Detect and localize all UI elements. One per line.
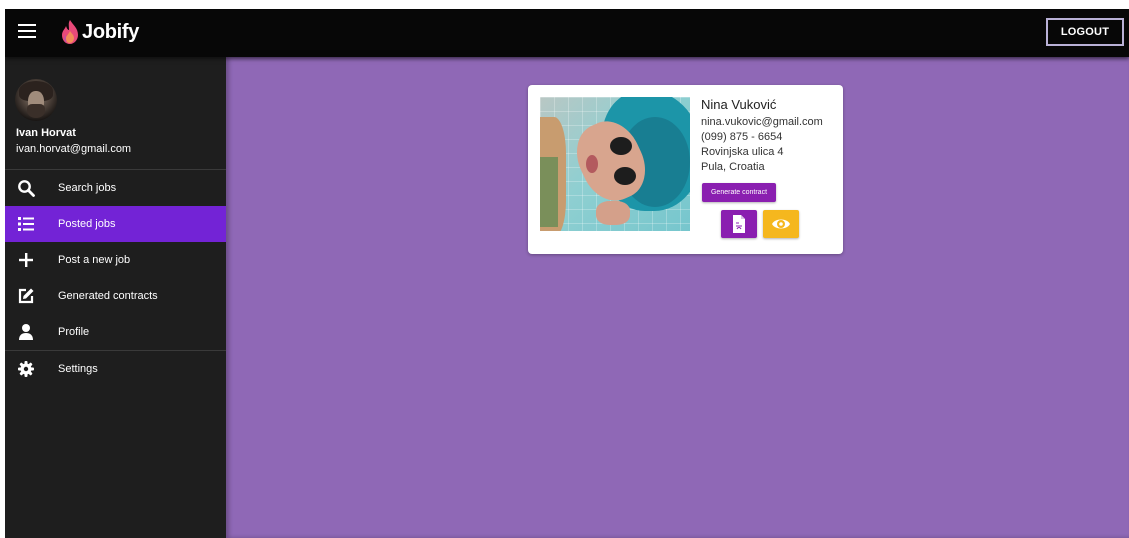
user-icon: [19, 324, 33, 340]
sidebar-item-profile[interactable]: Profile: [5, 314, 226, 350]
app-logo[interactable]: Jobify: [60, 15, 139, 49]
candidate-photo: [540, 97, 690, 231]
candidate-name: Nina Vuković: [701, 97, 777, 112]
flame-icon: [62, 20, 78, 44]
pdf-document-icon: [733, 215, 745, 233]
eye-icon: [772, 219, 790, 229]
generate-contract-button[interactable]: Generate contract: [702, 183, 776, 202]
sidebar-item-settings[interactable]: Settings: [5, 350, 226, 386]
view-document-button[interactable]: [721, 210, 757, 238]
sidebar-item-label: Search jobs: [58, 182, 117, 194]
sidebar-item-label: Generated contracts: [58, 290, 158, 302]
main-content: Nina Vuković nina.vukovic@gmail.com (099…: [226, 57, 1129, 538]
candidate-info: Nina Vuković nina.vukovic@gmail.com (099…: [701, 97, 823, 175]
sidebar-item-posted-jobs[interactable]: Posted jobs: [5, 206, 226, 242]
sidebar-profile: Ivan Horvat ivan.horvat@gmail.com: [5, 57, 226, 170]
view-button[interactable]: [763, 210, 799, 238]
hamburger-icon[interactable]: [18, 24, 36, 40]
sidebar-item-generated-contracts[interactable]: Generated contracts: [5, 278, 226, 314]
candidate-street: Rovinjska ulica 4: [701, 146, 784, 158]
edit-icon: [18, 288, 34, 304]
app-name: Jobify: [82, 20, 140, 43]
sidebar: Ivan Horvat ivan.horvat@gmail.com Search…: [5, 57, 226, 538]
candidate-email: nina.vukovic@gmail.com: [701, 116, 823, 128]
sidebar-item-post-new-job[interactable]: Post a new job: [5, 242, 226, 278]
gear-icon: [18, 361, 34, 377]
sidebar-item-search-jobs[interactable]: Search jobs: [5, 170, 226, 206]
top-app-bar: Jobify LOGOUT: [5, 9, 1129, 57]
plus-icon: [19, 253, 33, 267]
sidebar-item-label: Settings: [58, 362, 98, 375]
logout-button[interactable]: LOGOUT: [1046, 18, 1124, 46]
sidebar-item-label: Posted jobs: [58, 218, 116, 230]
avatar[interactable]: [15, 79, 57, 121]
search-icon: [18, 180, 35, 197]
list-icon: [18, 217, 34, 231]
sidebar-item-label: Profile: [58, 326, 90, 338]
candidate-phone: (099) 875 - 6654: [701, 131, 783, 143]
candidate-city: Pula, Croatia: [701, 161, 765, 173]
user-name: Ivan Horvat: [16, 127, 76, 139]
user-email: ivan.horvat@gmail.com: [16, 143, 132, 155]
app-frame: Jobify LOGOUT Ivan Horvat ivan.horvat@gm…: [5, 9, 1129, 538]
candidate-card: Nina Vuković nina.vukovic@gmail.com (099…: [528, 85, 843, 254]
sidebar-item-label: Post a new job: [58, 254, 131, 266]
